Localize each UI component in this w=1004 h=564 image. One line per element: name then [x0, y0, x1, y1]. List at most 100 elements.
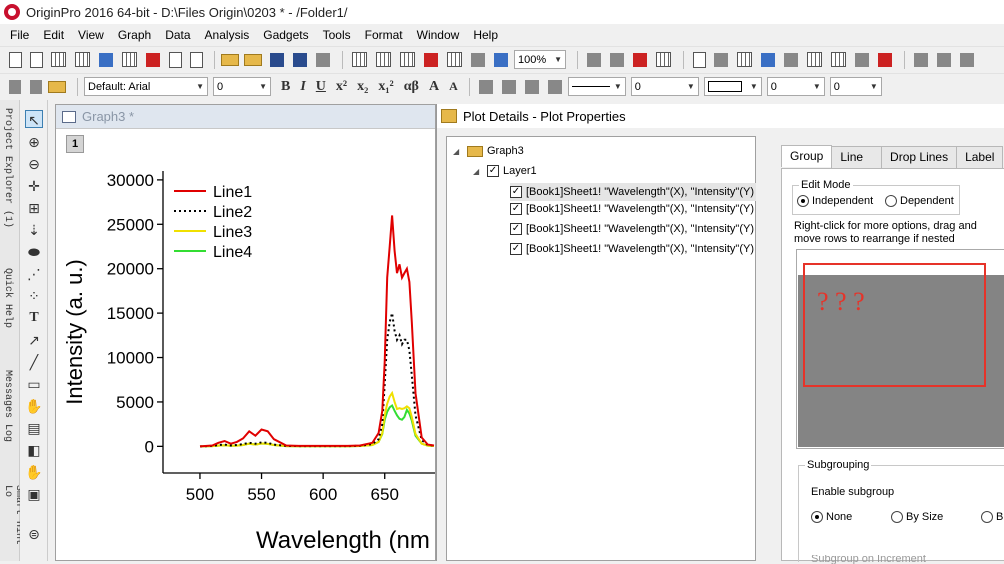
menu-edit[interactable]: Edit	[43, 28, 64, 42]
regional-select-icon[interactable]: ⁘	[25, 287, 43, 305]
menu-file[interactable]: File	[10, 28, 29, 42]
tree-node-plot-4[interactable]: ✓ [Book1]Sheet1! "Wavelength"(X), "Inten…	[510, 243, 754, 255]
tree-node-plot-1[interactable]: ✓ [Book1]Sheet1! "Wavelength"(X), "Inten…	[510, 183, 756, 201]
dependent-radio[interactable]: Dependent	[885, 195, 954, 207]
settings-icon[interactable]	[855, 52, 869, 67]
supersubscript-button[interactable]: x₁²	[378, 79, 393, 95]
underline-button[interactable]: U	[316, 79, 326, 95]
symbol-icon[interactable]	[547, 79, 562, 94]
pattern-icon[interactable]	[501, 79, 516, 94]
add-app-icon[interactable]	[878, 52, 892, 67]
batch-plot-icon[interactable]	[494, 52, 508, 67]
script-window-icon[interactable]	[807, 52, 822, 67]
move-tool-icon[interactable]: ✋	[25, 463, 43, 481]
new-graph-icon[interactable]	[99, 52, 113, 67]
hand-tool-icon[interactable]: ✋	[25, 397, 43, 415]
open-icon[interactable]	[221, 53, 239, 66]
tab-group[interactable]: Group	[781, 145, 833, 167]
menu-analysis[interactable]: Analysis	[205, 28, 250, 42]
tree-node-graph[interactable]: ◢ Graph3	[453, 145, 524, 157]
new-layout-icon[interactable]	[169, 51, 182, 68]
import-single-icon[interactable]	[447, 52, 462, 67]
menu-graph[interactable]: Graph	[118, 28, 151, 42]
cut-icon[interactable]	[9, 79, 21, 94]
sort-icon[interactable]	[960, 52, 974, 67]
import-excel-icon[interactable]	[424, 52, 438, 67]
line-color-icon[interactable]	[524, 79, 539, 94]
new-excel-icon[interactable]	[75, 52, 90, 67]
line-style-combo[interactable]: ▼	[567, 77, 626, 96]
project-explorer-icon[interactable]	[761, 52, 775, 67]
zoom-out-icon[interactable]: ⊖	[25, 155, 43, 173]
draw-data-icon[interactable]: ⋰	[25, 265, 43, 283]
subgroup-other-radio[interactable]: B	[981, 511, 1003, 523]
border-style-combo[interactable]: ▼	[703, 77, 762, 96]
screen-reader-icon[interactable]: ✛	[25, 177, 43, 195]
plot-checkbox[interactable]: ✓	[510, 186, 522, 198]
sum-icon[interactable]	[914, 52, 928, 67]
subgroup-by-size-radio[interactable]: By Size	[891, 511, 943, 523]
layer-tool-icon[interactable]: ▣	[25, 485, 43, 503]
menu-tools[interactable]: Tools	[323, 28, 351, 42]
statistics-icon[interactable]	[937, 52, 951, 67]
menu-gadgets[interactable]: Gadgets	[263, 28, 308, 42]
subgroup-none-radio[interactable]: None	[811, 511, 852, 523]
zoom-in-icon[interactable]: ⊕	[25, 133, 43, 151]
pointer-tool-icon[interactable]: ↖	[25, 110, 43, 128]
arrow-tool-icon[interactable]: ↗	[25, 331, 43, 349]
menu-format[interactable]: Format	[365, 28, 403, 42]
fill-color-icon[interactable]	[478, 79, 493, 94]
tab-label[interactable]: Label	[956, 146, 1004, 168]
increase-font-button[interactable]: A	[429, 79, 439, 95]
more-tools-icon[interactable]: ⊜	[25, 525, 43, 543]
line-width-combo[interactable]: 0 ▼	[630, 77, 699, 96]
layer-checkbox[interactable]: ✓	[487, 165, 499, 177]
tab-messages-log[interactable]: Messages Log	[2, 370, 13, 442]
subscript-button[interactable]: x₂	[357, 79, 368, 95]
copy-page-icon[interactable]	[610, 52, 624, 67]
font-size-combo[interactable]: 0 ▼	[213, 77, 271, 96]
recalculate-icon[interactable]	[471, 52, 485, 67]
italic-button[interactable]: I	[300, 79, 305, 95]
open-template-icon[interactable]	[244, 53, 262, 66]
data-selector-icon[interactable]: ⇣	[25, 221, 43, 239]
tab-project-explorer[interactable]: Project Explorer (1)	[2, 108, 13, 228]
graph-window-titlebar[interactable]: Graph3 *	[56, 105, 435, 129]
new-matrix-icon[interactable]	[122, 52, 137, 67]
duplicate-icon[interactable]	[737, 52, 752, 67]
import-wizard-icon[interactable]	[400, 52, 415, 67]
new-notes-icon[interactable]	[190, 51, 203, 68]
plot-checkbox[interactable]: ✓	[510, 223, 522, 235]
export-graph-icon[interactable]	[633, 52, 647, 67]
menu-data[interactable]: Data	[165, 28, 190, 42]
collapse-icon[interactable]: ◢	[473, 167, 483, 176]
paste-icon[interactable]	[48, 80, 66, 93]
tree-node-plot-2[interactable]: ✓ [Book1]Sheet1! "Wavelength"(X), "Inten…	[510, 203, 754, 215]
code-builder-icon[interactable]	[693, 51, 706, 68]
font-combo[interactable]: Default: Arial ▼	[84, 77, 208, 96]
copy-icon[interactable]	[30, 79, 42, 94]
collapse-icon[interactable]: ◢	[453, 147, 463, 156]
film-icon[interactable]	[714, 52, 728, 67]
new-function-icon[interactable]	[146, 52, 160, 67]
graph-object-icon[interactable]: ▤	[25, 419, 43, 437]
menu-window[interactable]: Window	[417, 28, 460, 42]
new-workbook-icon[interactable]	[51, 52, 66, 67]
plot-checkbox[interactable]: ✓	[510, 203, 522, 215]
symbol-size-combo[interactable]: 0 ▼	[766, 77, 825, 96]
tab-drop-lines[interactable]: Drop Lines	[881, 146, 958, 168]
extra-size-combo[interactable]: 0 ▼	[829, 77, 882, 96]
refresh-icon[interactable]	[656, 52, 671, 67]
text-tool-icon[interactable]: T	[25, 309, 43, 327]
save-window-icon[interactable]	[293, 52, 307, 67]
save-project-icon[interactable]	[270, 52, 284, 67]
greek-button[interactable]: αβ	[404, 79, 419, 95]
new-project-icon[interactable]	[9, 51, 22, 68]
region-tool-icon[interactable]: ◧	[25, 441, 43, 459]
line-tool-icon[interactable]: ╱	[25, 353, 43, 371]
tree-node-layer[interactable]: ◢ ✓ Layer1	[473, 165, 537, 177]
results-log-icon[interactable]	[784, 52, 798, 67]
menu-view[interactable]: View	[78, 28, 104, 42]
group-list-area[interactable]: ? ? ?	[796, 249, 1004, 449]
import-ascii-icon[interactable]	[352, 52, 367, 67]
